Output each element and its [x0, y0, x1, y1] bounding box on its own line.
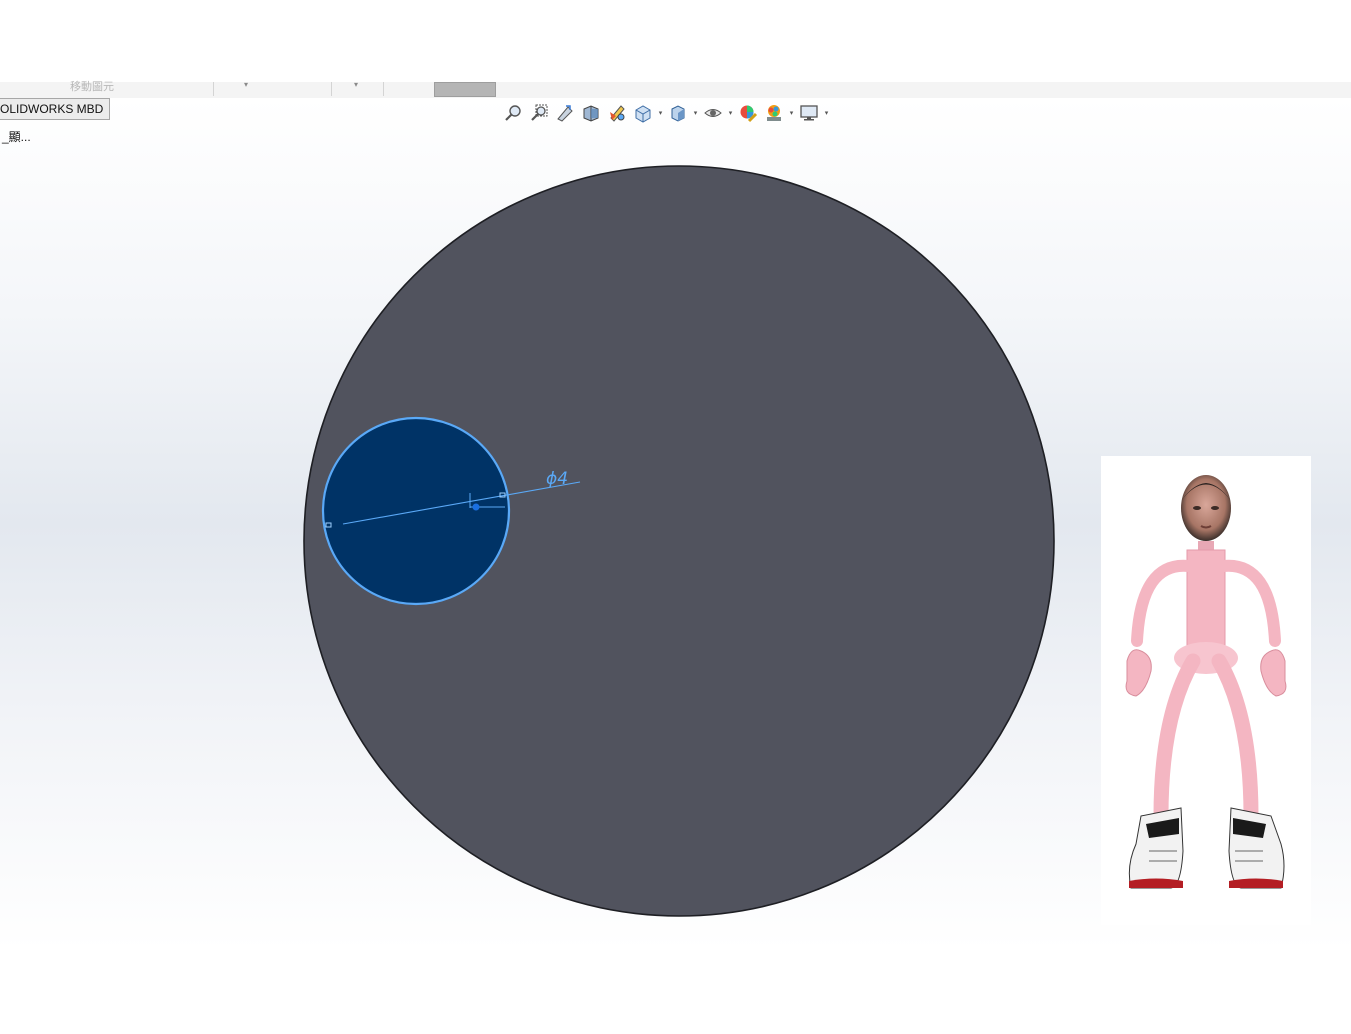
- blank-bottom-area: [0, 950, 1351, 1034]
- circle-center-point[interactable]: [472, 503, 480, 511]
- mascot-figure-image: [1125, 475, 1287, 889]
- mascot-figure-panel: [1101, 456, 1311, 925]
- diameter-dimension-text[interactable]: ϕ4: [546, 469, 568, 489]
